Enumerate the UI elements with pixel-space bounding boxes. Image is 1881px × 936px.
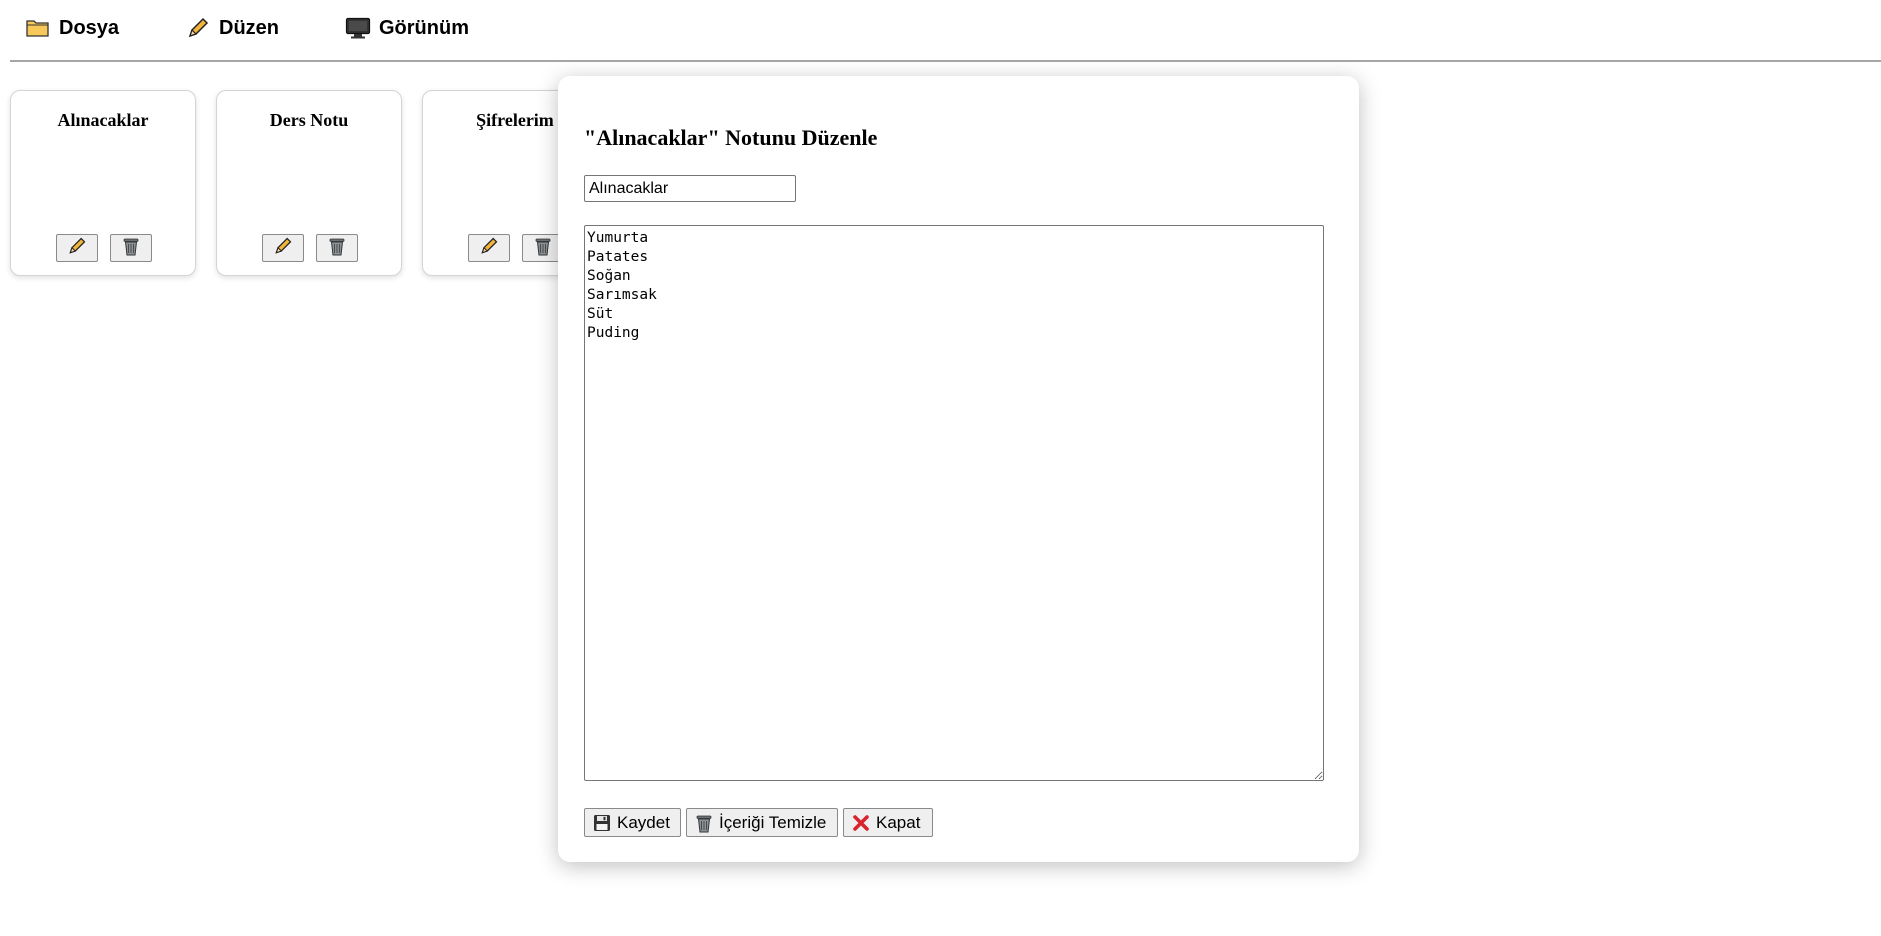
- edit-note-modal: "Alınacaklar" Notunu Düzenle Kaydet İçer…: [558, 76, 1359, 862]
- note-title: Ders Notu: [269, 110, 349, 130]
- pencil-icon: [185, 15, 211, 41]
- delete-note-button[interactable]: [316, 234, 358, 262]
- note-title: Alınacaklar: [57, 110, 149, 130]
- edit-note-button[interactable]: [262, 234, 304, 262]
- trash-icon: [122, 236, 140, 261]
- modal-title: "Alınacaklar" Notunu Düzenle: [584, 125, 878, 150]
- pencil-icon: [273, 236, 293, 261]
- save-button-label: Kaydet: [617, 812, 670, 832]
- pencil-icon: [479, 236, 499, 261]
- trash-icon: [534, 236, 552, 261]
- pencil-icon: [67, 236, 87, 261]
- menu-file-label: Dosya: [59, 16, 120, 39]
- delete-note-button[interactable]: [110, 234, 152, 262]
- folder-icon: [25, 15, 51, 41]
- menu-view-label: Görünüm: [379, 16, 469, 39]
- menu-bar: Dosya Düzen Görünüm: [10, 0, 1881, 62]
- save-button[interactable]: Kaydet: [584, 808, 681, 837]
- close-button-label: Kapat: [876, 812, 921, 832]
- edit-note-button[interactable]: [56, 234, 98, 262]
- monitor-icon: [345, 15, 371, 41]
- red-x-icon: [852, 814, 870, 832]
- menu-file[interactable]: Dosya: [25, 13, 119, 43]
- close-button[interactable]: Kapat: [843, 808, 933, 837]
- menu-edit[interactable]: Düzen: [185, 13, 279, 43]
- note-title-input[interactable]: [584, 175, 796, 202]
- trash-icon: [328, 236, 346, 261]
- note-card: Ders Notu: [216, 90, 402, 276]
- clear-content-button-label: İçeriği Temizle: [719, 812, 827, 832]
- edit-note-button[interactable]: [468, 234, 510, 262]
- menu-edit-label: Düzen: [219, 16, 279, 39]
- clear-content-button[interactable]: İçeriği Temizle: [686, 808, 838, 837]
- trash-icon: [695, 813, 713, 833]
- note-card: Alınacaklar: [10, 90, 196, 276]
- note-content-textarea[interactable]: [584, 225, 1324, 781]
- menu-view[interactable]: Görünüm: [345, 13, 469, 43]
- floppy-disk-icon: [593, 814, 611, 832]
